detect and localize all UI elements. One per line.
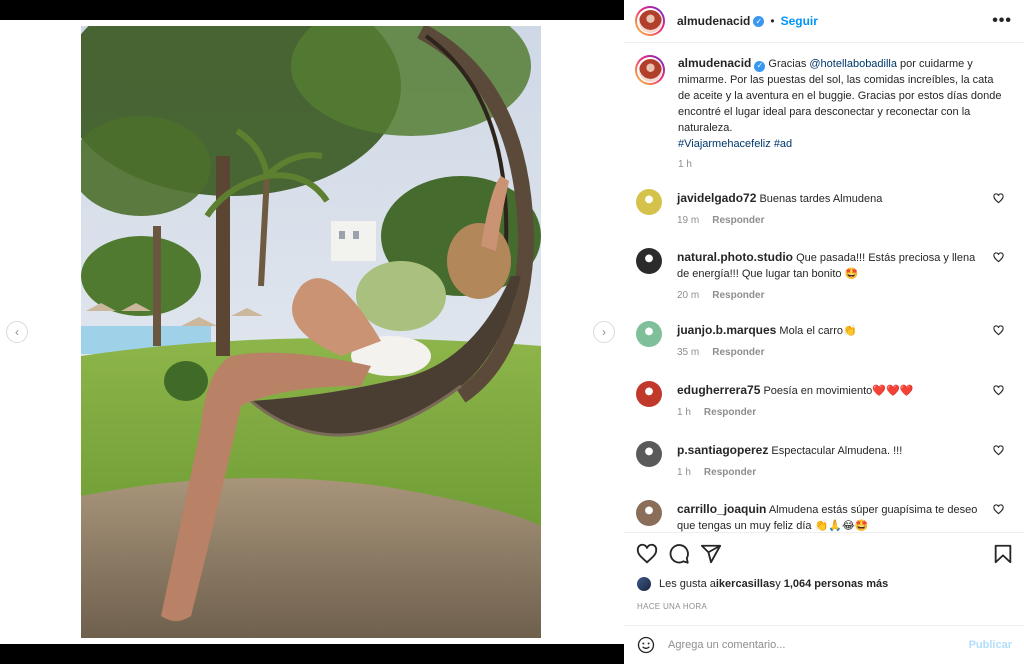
comment-text: Mola el carro👏 — [779, 325, 857, 337]
comment-time: 20 m — [677, 290, 700, 301]
post-media: ‹ › — [0, 20, 624, 644]
author-username[interactable]: almudenacid — [677, 14, 750, 28]
post-side-panel: almudenacid ✓ • Seguir ••• almudenacid ✓ … — [624, 0, 1024, 664]
commenter-username[interactable]: p.santiagoperez — [677, 443, 768, 457]
comment-time: 19 m — [677, 215, 700, 226]
comment-input[interactable] — [668, 639, 958, 651]
commenter-username[interactable]: carrillo_joaquin — [677, 502, 766, 516]
commenter-avatar[interactable] — [636, 248, 662, 274]
post-photo[interactable] — [81, 26, 541, 638]
author-avatar[interactable] — [635, 6, 665, 36]
commenter-avatar[interactable] — [636, 189, 662, 215]
comment-text: Buenas tardes Almudena — [759, 193, 883, 205]
likes-count[interactable]: 1,064 personas más — [784, 578, 889, 590]
commenter-avatar[interactable] — [636, 381, 662, 407]
follow-button[interactable]: Seguir — [781, 14, 818, 28]
comment-like-heart-icon[interactable] — [993, 325, 1004, 336]
likes-prefix: Les gusta a — [659, 578, 716, 590]
chevron-right-icon: › — [602, 325, 606, 339]
comment-row: juanjo.b.marques Mola el carro👏 35 m Respo… — [636, 321, 1016, 361]
publish-button[interactable]: Publicar — [969, 639, 1012, 651]
reply-button[interactable]: Responder — [704, 407, 756, 418]
likes-summary: Les gusta a ikercasillas y 1,064 persona… — [637, 577, 888, 591]
comment-text: Espectacular Almudena. !!! — [771, 445, 903, 457]
comment-row: javidelgado72 Buenas tardes Almudena 19 m… — [636, 189, 1016, 229]
next-image-button[interactable]: › — [593, 321, 615, 343]
commenter-username[interactable]: natural.photo.studio — [677, 250, 793, 264]
comment-row: carrillo_joaquin Almudena estás súper gu… — [636, 500, 1016, 532]
reply-button[interactable]: Responder — [712, 290, 764, 301]
post-caption: almudenacid ✓ Gracias @hotellabobadilla p… — [624, 44, 1024, 173]
comments-list[interactable]: almudenacid ✓ Gracias @hotellabobadilla p… — [624, 44, 1024, 532]
likes-middle: y — [775, 578, 781, 590]
caption-time: 1 h — [678, 159, 692, 170]
liker-avatar[interactable] — [637, 577, 651, 591]
post-header: almudenacid ✓ • Seguir ••• — [624, 0, 1024, 43]
caption-mention-link[interactable]: @hotellabobadilla — [809, 58, 897, 70]
comment-text: Poesía en movimiento❤️❤️❤️ — [763, 385, 914, 397]
post-timestamp: HACE UNA HORA — [637, 602, 708, 611]
comment-like-heart-icon[interactable] — [993, 252, 1004, 263]
heart-icon[interactable] — [636, 543, 658, 565]
comment-row: p.santiagoperez Espectacular Almudena. !… — [636, 441, 1016, 481]
caption-avatar[interactable] — [635, 55, 665, 85]
commenter-avatar[interactable] — [636, 321, 662, 347]
reply-button[interactable]: Responder — [704, 467, 756, 478]
reply-button[interactable]: Responder — [712, 215, 764, 226]
hashtag-link[interactable]: #ad — [774, 138, 792, 150]
caption-text-1: Gracias — [765, 58, 810, 70]
comment-like-heart-icon[interactable] — [993, 504, 1004, 515]
more-options-button[interactable]: ••• — [992, 12, 1012, 30]
comment-row: edugherrera75 Poesía en movimiento❤️❤️❤️… — [636, 381, 1016, 421]
comment-icon[interactable] — [668, 543, 690, 565]
separator-dot: • — [770, 14, 775, 28]
emoji-icon[interactable] — [637, 636, 655, 654]
commenter-username[interactable]: juanjo.b.marques — [677, 323, 776, 337]
hashtag-link[interactable]: #Viajarmehacefeliz — [678, 138, 771, 150]
add-comment-bar: Publicar — [624, 625, 1024, 664]
send-icon[interactable] — [700, 543, 722, 565]
commenter-username[interactable]: edugherrera75 — [677, 383, 760, 397]
comment-time: 1 h — [677, 407, 691, 418]
chevron-left-icon: ‹ — [15, 325, 19, 339]
comment-like-heart-icon[interactable] — [993, 445, 1004, 456]
bookmark-icon[interactable] — [992, 543, 1014, 565]
reply-button[interactable]: Responder — [712, 347, 764, 358]
comment-like-heart-icon[interactable] — [993, 385, 1004, 396]
comment-like-heart-icon[interactable] — [993, 193, 1004, 204]
comment-time: 1 h — [677, 467, 691, 478]
liker-username[interactable]: ikercasillas — [716, 578, 775, 590]
commenter-username[interactable]: javidelgado72 — [677, 191, 756, 205]
commenter-avatar[interactable] — [636, 500, 662, 526]
commenter-avatar[interactable] — [636, 441, 662, 467]
verified-badge-icon: ✓ — [754, 60, 766, 72]
verified-badge-icon: ✓ — [753, 15, 765, 27]
comment-time: 35 m — [677, 347, 700, 358]
previous-image-button[interactable]: ‹ — [6, 321, 28, 343]
caption-username[interactable]: almudenacid — [678, 56, 751, 70]
comment-row: natural.photo.studio Que pasada!!! Estás… — [636, 248, 1016, 304]
hammock-photo-image — [81, 26, 541, 638]
